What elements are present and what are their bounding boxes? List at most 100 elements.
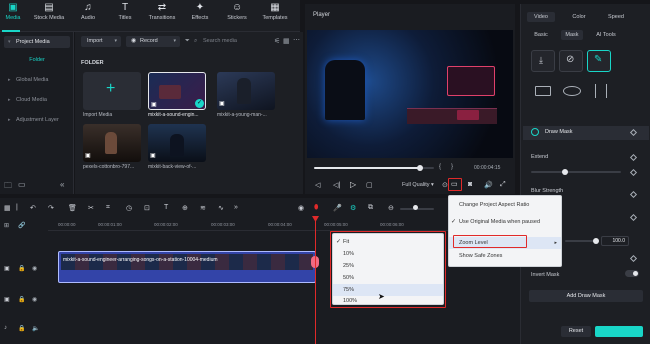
- volume-icon[interactable]: 🔊: [484, 181, 493, 189]
- mark-in-icon[interactable]: {: [439, 164, 441, 170]
- grid-view-icon[interactable]: ▦: [283, 37, 290, 45]
- keyframe-icon[interactable]: [629, 213, 638, 222]
- render-icon[interactable]: ◉: [298, 204, 304, 212]
- video-preview[interactable]: [307, 30, 513, 158]
- grid-icon[interactable]: ▦: [4, 204, 11, 212]
- adjust-icon[interactable]: ≋: [200, 204, 206, 212]
- lock-icon[interactable]: 🔒: [18, 325, 25, 332]
- folder-icon[interactable]: ▭: [18, 180, 26, 189]
- sidebar-item-adjustment-layer[interactable]: ▸ Adjustment Layer: [4, 114, 70, 126]
- new-folder-icon[interactable]: 🗀: [4, 180, 12, 194]
- toolbar-titles[interactable]: T Titles: [106, 3, 144, 22]
- sidebar-item-cloud-media[interactable]: ▸ Cloud Media: [4, 94, 70, 106]
- ok-button[interactable]: [595, 326, 643, 337]
- keyframe-icon[interactable]: [629, 153, 638, 162]
- toolbar-stickers[interactable]: ☺ Stickers: [218, 3, 256, 22]
- snap-icon[interactable]: ⊙: [442, 181, 448, 189]
- collapse-icon[interactable]: «: [60, 180, 64, 189]
- quality-dropdown[interactable]: Full Quality ▾: [402, 182, 434, 188]
- crop-icon[interactable]: ⌗: [106, 204, 110, 212]
- subtab-ai-tools[interactable]: AI Tools: [591, 30, 621, 40]
- filter-settings-icon[interactable]: ⚟: [274, 37, 280, 45]
- add-draw-mask-button[interactable]: Add Draw Mask: [529, 290, 643, 302]
- undo-icon[interactable]: ↶: [30, 204, 36, 212]
- draw-mask-row[interactable]: Draw Mask: [523, 126, 649, 140]
- tab-video[interactable]: Video: [527, 12, 555, 22]
- toolbar-transitions[interactable]: ⇄ Transitions: [143, 3, 181, 22]
- opacity-value[interactable]: 100.0: [601, 236, 629, 246]
- record-dropdown[interactable]: ◉ Record ▾: [126, 36, 180, 47]
- toolbar-templates[interactable]: ▦ Templates: [256, 3, 294, 22]
- lock-icon[interactable]: 🔒: [18, 296, 25, 303]
- timeline-clip[interactable]: mixkit-a-sound-engineer-arranging-songs-…: [58, 251, 316, 283]
- toolbar-audio[interactable]: ♫ Audio: [69, 3, 107, 22]
- step-back-icon[interactable]: ◁|: [333, 181, 340, 189]
- snap-timeline-icon[interactable]: ⧉: [368, 204, 373, 212]
- media-thumb-back-view[interactable]: ▣: [148, 124, 206, 162]
- menu-item-use-original-media[interactable]: ✓ Use Original Media when paused: [449, 216, 561, 228]
- rectangle-mask-icon[interactable]: [535, 86, 551, 96]
- import-dropdown[interactable]: Import ▾: [81, 36, 121, 47]
- keyframe-icon[interactable]: [629, 128, 638, 137]
- redo-icon[interactable]: ↷: [48, 204, 54, 212]
- filter-icon[interactable]: ⏷: [185, 38, 190, 45]
- line-mask-icon[interactable]: [595, 84, 607, 98]
- zoom-out-icon[interactable]: ⊖: [388, 204, 394, 212]
- toolbar-media[interactable]: ▣ Media: [0, 3, 32, 22]
- sidebar-item-global-media[interactable]: ▸ Global Media: [4, 74, 70, 86]
- ellipse-mask-icon[interactable]: [563, 86, 581, 96]
- mask-pen-button[interactable]: ✎: [587, 50, 611, 72]
- display-settings-icon[interactable]: ▭: [451, 180, 458, 188]
- reset-button[interactable]: Reset: [561, 326, 591, 337]
- tab-color[interactable]: Color: [565, 12, 593, 22]
- extend-slider-knob[interactable]: [562, 169, 568, 175]
- menu-item-show-safe-zones[interactable]: Show Safe Zones: [449, 250, 561, 262]
- extend-slider[interactable]: [531, 171, 621, 173]
- mark-out-icon[interactable]: }: [451, 164, 453, 170]
- playback-scrubber[interactable]: [416, 165, 423, 171]
- link-icon[interactable]: 🔗: [18, 222, 25, 229]
- media-thumb-young-man[interactable]: ▣: [217, 72, 275, 110]
- media-thumb-sound-engineer[interactable]: ▣ ✓: [148, 72, 206, 110]
- opacity-slider-knob[interactable]: [593, 238, 599, 244]
- snapshot-icon[interactable]: ◙: [468, 181, 472, 188]
- menu-item-change-aspect-ratio[interactable]: Change Project Aspect Ratio: [449, 199, 561, 211]
- mask-none-button[interactable]: ⊘: [559, 50, 583, 72]
- subtab-mask[interactable]: Mask: [561, 30, 583, 40]
- speed-icon[interactable]: ◷: [126, 204, 132, 212]
- keyframe-icon[interactable]: [629, 190, 638, 199]
- subtab-basic[interactable]: Basic: [529, 30, 553, 40]
- timeline-zoom-knob[interactable]: [413, 205, 418, 210]
- eye-icon[interactable]: ◉: [32, 296, 37, 303]
- mask-import-button[interactable]: ⤓: [531, 50, 555, 72]
- invert-mask-toggle[interactable]: [625, 270, 639, 277]
- marker-icon[interactable]: ⬮: [314, 204, 318, 212]
- import-media-tile[interactable]: +: [83, 72, 141, 110]
- lock-icon[interactable]: 🔒: [18, 265, 25, 272]
- search-input[interactable]: ⌕ Search media: [193, 36, 271, 47]
- transform-icon[interactable]: ⊡: [144, 204, 150, 212]
- fullscreen-icon[interactable]: ⤢: [500, 181, 506, 189]
- split-icon[interactable]: ✂: [88, 204, 94, 212]
- more-icon[interactable]: ⋯: [293, 36, 300, 44]
- text-icon[interactable]: T: [164, 204, 168, 211]
- media-thumb-pexels[interactable]: ▣: [83, 124, 141, 162]
- play-icon[interactable]: ▷: [350, 180, 356, 189]
- more-tools-icon[interactable]: »: [234, 204, 238, 211]
- audio-wave-icon[interactable]: ∿: [218, 204, 224, 212]
- eye-icon[interactable]: ◉: [32, 265, 37, 272]
- speaker-icon[interactable]: 🔈: [32, 325, 39, 332]
- prev-frame-icon[interactable]: ◁: [315, 181, 320, 189]
- keyframe-icon[interactable]: [629, 254, 638, 263]
- stop-icon[interactable]: ▢: [366, 181, 373, 189]
- add-track-icon[interactable]: ⊞: [4, 222, 9, 229]
- sidebar-item-project-media[interactable]: ▾ Project Media: [4, 36, 70, 48]
- delete-icon[interactable]: 🗑: [68, 204, 77, 212]
- record-voice-icon[interactable]: 🎤: [333, 204, 342, 212]
- ai-icon[interactable]: ⚙: [350, 204, 356, 212]
- sidebar-item-folder[interactable]: Folder: [4, 54, 70, 66]
- toolbar-stock-media[interactable]: ▤ Stock Media: [30, 3, 68, 22]
- toolbar-effects[interactable]: ✦ Effects: [181, 3, 219, 22]
- keyframe-icon[interactable]: [629, 168, 638, 177]
- playhead[interactable]: [315, 218, 316, 344]
